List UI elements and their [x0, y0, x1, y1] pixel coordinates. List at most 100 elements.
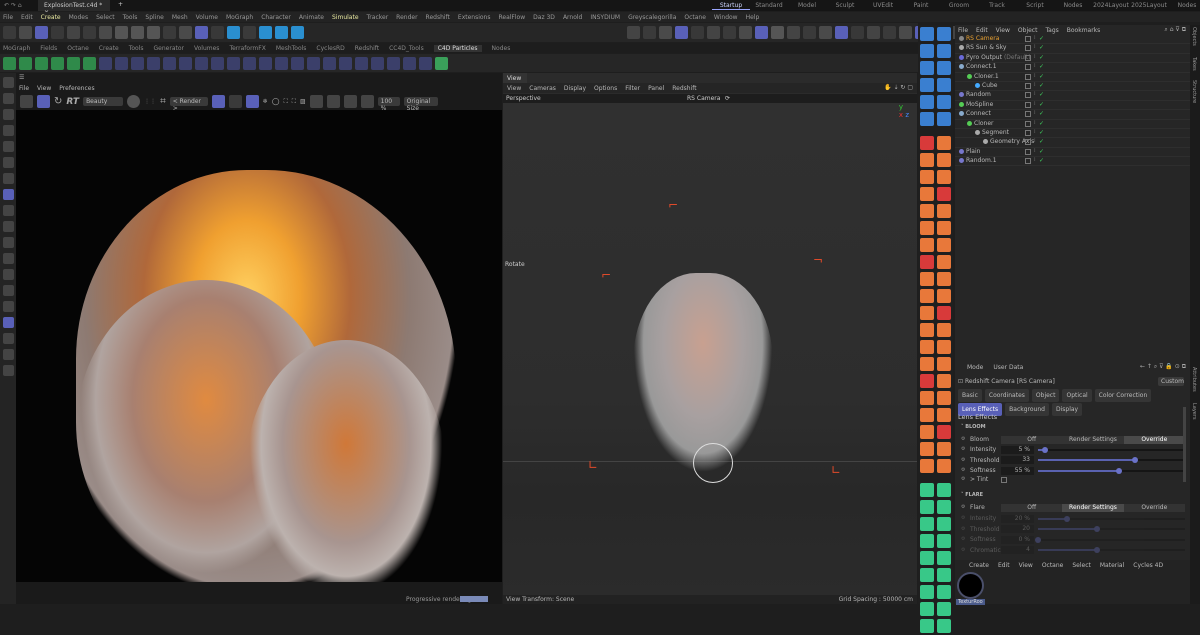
z-axis-icon[interactable]: [147, 26, 160, 39]
render-start-icon[interactable]: [37, 95, 50, 108]
menu-edit[interactable]: Edit: [21, 14, 33, 21]
palette-tool-icon[interactable]: [937, 204, 951, 218]
param-slider[interactable]: [1038, 526, 1185, 532]
palette-tool-icon[interactable]: [937, 425, 951, 439]
file-tab[interactable]: ExplosionTest.c4d * ×: [38, 0, 110, 16]
copy-icon[interactable]: [360, 95, 374, 108]
snapshot-icon[interactable]: [127, 95, 141, 108]
palette-tool-icon[interactable]: [937, 27, 951, 41]
palette-tool-icon[interactable]: [920, 483, 934, 497]
rotate-icon[interactable]: [211, 56, 224, 70]
palette-tab-meshtools[interactable]: MeshTools: [276, 45, 307, 52]
select-icon[interactable]: [35, 26, 48, 39]
hierarchy-icon[interactable]: [675, 26, 688, 39]
move-icon[interactable]: [51, 26, 64, 39]
visibility-toggle[interactable]: ⁞: [1034, 63, 1036, 69]
menu-arnold[interactable]: Arnold: [563, 14, 582, 21]
visibility-toggle[interactable]: ⁞: [1034, 44, 1036, 50]
attract-icon[interactable]: [419, 56, 432, 70]
palette-tool-icon[interactable]: [920, 534, 934, 548]
blend-icon[interactable]: [227, 56, 240, 70]
menu-animate[interactable]: Animate: [299, 14, 324, 21]
render-view-icon[interactable]: [195, 26, 208, 39]
palette-tool-icon[interactable]: [937, 112, 951, 126]
attribute-menu-user-data[interactable]: User Data: [993, 364, 1023, 371]
palette-tool-icon[interactable]: [920, 551, 934, 565]
slider-handle[interactable]: [1093, 547, 1100, 553]
palette-tool-icon[interactable]: [920, 374, 934, 388]
object-menu-file[interactable]: File: [958, 27, 968, 34]
palette-tool-icon[interactable]: [937, 391, 951, 405]
object-row[interactable]: Cloner ⁞ ✓: [955, 120, 1190, 129]
enabled-check-icon[interactable]: ✓: [1039, 82, 1044, 89]
visibility-toggle[interactable]: ⁞: [1034, 82, 1036, 88]
tab-coordinates[interactable]: Coordinates: [984, 389, 1029, 402]
palette-tool-icon[interactable]: [937, 568, 951, 582]
palette-tool-icon[interactable]: [920, 136, 934, 150]
palette-tool-icon[interactable]: [937, 357, 951, 371]
object-row[interactable]: Connect.1 ⁞ ✓: [955, 63, 1190, 73]
play-icon[interactable]: [835, 26, 848, 39]
orbit-icon[interactable]: [387, 56, 400, 70]
palette-tool-icon[interactable]: [937, 408, 951, 422]
leaf-icon[interactable]: [435, 56, 448, 70]
modifier-icon[interactable]: [83, 56, 96, 70]
viewport-solo-icon[interactable]: [2, 301, 14, 312]
side-tab-objects[interactable]: Objects: [1191, 27, 1197, 46]
render-settings-icon[interactable]: [211, 26, 224, 39]
param-slider[interactable]: [1038, 467, 1185, 474]
layout-tab-script[interactable]: Script: [1016, 2, 1054, 10]
palette-tool-icon[interactable]: [920, 78, 934, 92]
point-icon[interactable]: [2, 157, 14, 168]
palette-tool-icon[interactable]: [920, 221, 934, 235]
palette-tool-icon[interactable]: [937, 374, 951, 388]
palette-tool-icon[interactable]: [920, 95, 934, 109]
menu-select[interactable]: Select: [96, 14, 115, 21]
palette-tool-icon[interactable]: [920, 391, 934, 405]
cloner-icon[interactable]: [259, 26, 272, 39]
speed-icon[interactable]: [115, 56, 128, 70]
palette-tool-icon[interactable]: [920, 255, 934, 269]
param-value-field[interactable]: 55 %: [1001, 466, 1034, 475]
render-menu-preferences[interactable]: Preferences: [59, 85, 94, 92]
menu-file[interactable]: File: [3, 14, 13, 21]
palette-tool-icon[interactable]: [920, 323, 934, 337]
polygon-icon[interactable]: [2, 125, 14, 136]
layout-tab-paint[interactable]: Paint: [902, 2, 940, 10]
tab-optical[interactable]: Optical: [1062, 389, 1092, 402]
uv-icon[interactable]: [2, 173, 14, 184]
layout-tab-track[interactable]: Track: [978, 2, 1016, 10]
kill-icon[interactable]: [163, 56, 176, 70]
palette-tool-icon[interactable]: [920, 204, 934, 218]
workplane-icon[interactable]: [2, 205, 14, 216]
rotate-icon[interactable]: [83, 26, 96, 39]
palette-tool-icon[interactable]: [937, 272, 951, 286]
palette-tool-icon[interactable]: [937, 619, 951, 633]
palette-tool-icon[interactable]: [920, 187, 934, 201]
object-menu-view[interactable]: View: [996, 27, 1010, 34]
layer-checkbox[interactable]: [1025, 82, 1031, 89]
flow-icon[interactable]: [35, 56, 48, 70]
axis-icon[interactable]: [2, 237, 14, 248]
wind-icon[interactable]: [355, 56, 368, 70]
field-icon[interactable]: [291, 56, 304, 70]
redo-icon[interactable]: [19, 26, 32, 39]
viewport-layout-icon[interactable]: [707, 26, 720, 39]
menu-daz-3d[interactable]: Daz 3D: [533, 14, 555, 21]
palette-tool-icon[interactable]: [937, 95, 951, 109]
visibility-toggle[interactable]: ⁞: [1034, 157, 1036, 163]
slider-handle[interactable]: [1115, 467, 1122, 474]
compare-icon[interactable]: ▨: [300, 98, 306, 105]
render-menu-view[interactable]: View: [37, 85, 51, 92]
tab-display[interactable]: Display: [1051, 403, 1083, 416]
palette-tool-icon[interactable]: [937, 517, 951, 531]
split-icon[interactable]: [2, 333, 14, 344]
menu-help[interactable]: Help: [746, 14, 760, 21]
palette-tool-icon[interactable]: [937, 221, 951, 235]
object-row[interactable]: Geometry Axis ⁞ ✓: [955, 138, 1190, 148]
palette-tool-icon[interactable]: [920, 306, 934, 320]
lock-icon[interactable]: [211, 95, 225, 108]
viewport-menu-filter[interactable]: Filter: [625, 85, 640, 92]
scene-icon[interactable]: [627, 26, 640, 39]
spiral-icon[interactable]: [323, 56, 336, 70]
